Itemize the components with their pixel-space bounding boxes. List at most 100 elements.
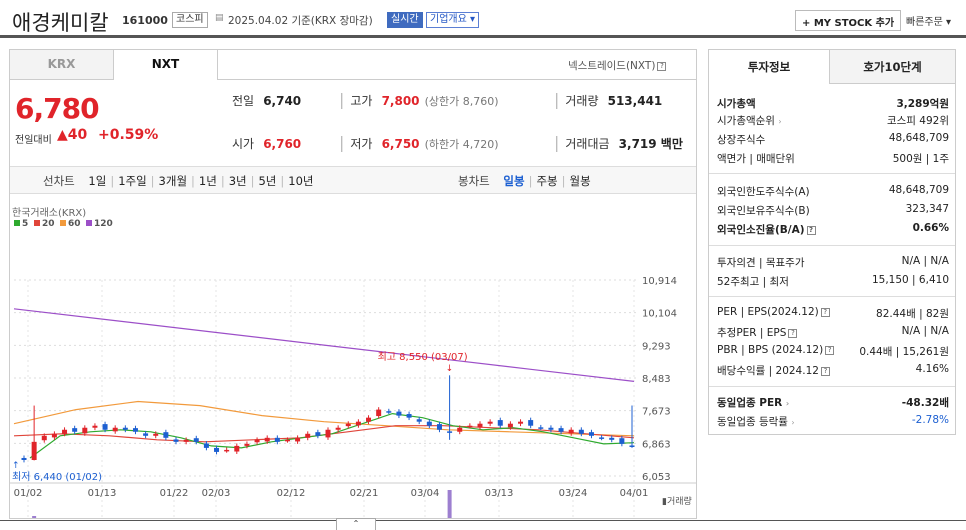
candle-body — [436, 424, 442, 430]
candle-body — [609, 437, 615, 440]
chevron-right-icon: › — [778, 117, 782, 126]
week52-value: 15,150 | 6,410 — [871, 274, 949, 286]
divider — [709, 386, 955, 387]
period-bar: 선차트 1일 | 1주일 | 3개월 | 1년 | 3년 | 5년 | 10년 봉차트 일봉 | 주봉 | 월봉 — [10, 166, 696, 194]
rank-label: 시가총액순위 — [717, 115, 775, 127]
date-note: 2025.04.02 기준(KRX 장마감) — [228, 15, 373, 27]
candle-body — [518, 421, 524, 424]
candle-body — [112, 427, 118, 432]
collapse-toggle[interactable]: ⌃ — [336, 518, 376, 530]
help-icon[interactable]: ? — [788, 329, 798, 338]
amount-value: 3,719 백만 — [618, 137, 683, 151]
chevron-down-icon: ▾ — [470, 14, 476, 25]
candle-body — [284, 439, 290, 442]
industry-per-label: 동일업종 PER — [717, 397, 783, 409]
candle-body — [264, 437, 270, 442]
candle-body — [355, 421, 361, 426]
chevron-right-icon: › — [791, 418, 795, 427]
industry-per-row[interactable]: 동일업종 PER › -48.32배 — [717, 395, 949, 410]
candle-body — [21, 457, 27, 460]
tab-nxt[interactable]: NXT — [114, 50, 218, 80]
candle-body — [305, 433, 311, 438]
legend-label: 20 — [42, 219, 55, 229]
candle-body — [406, 414, 412, 418]
period-3y[interactable]: 3년 — [229, 174, 247, 188]
bottom-border — [0, 520, 966, 521]
upper-limit: (상한가 8,760) — [424, 95, 499, 108]
candle-body — [386, 411, 392, 413]
candle-chart-label[interactable]: 봉차트 — [458, 174, 490, 188]
high-value: 7,800 — [381, 94, 420, 108]
nxt-info-label: 넥스트레이드(NXT) — [568, 60, 656, 72]
legend-label: 5 — [22, 219, 28, 229]
help-icon[interactable]: ? — [806, 226, 816, 235]
tab-krx[interactable]: KRX — [10, 50, 114, 80]
help-icon[interactable]: ? — [825, 346, 835, 355]
realtime-badge[interactable]: 실시간 — [387, 12, 423, 28]
tab-order-book[interactable]: 호가10단계 — [829, 50, 955, 84]
candle-body — [132, 428, 138, 432]
x-tick-label: 02/12 — [277, 488, 306, 499]
candle-body — [143, 433, 149, 436]
help-icon[interactable]: ? — [820, 367, 830, 376]
candle-body — [366, 417, 372, 422]
tab-invest-info[interactable]: 투자정보 — [709, 50, 829, 84]
market-cap-rank-row[interactable]: 시가총액순위 › 코스피 492위 — [717, 113, 949, 128]
prev-close-value: 6,740 — [263, 94, 302, 108]
period-daily[interactable]: 일봉 — [503, 174, 524, 188]
period-3m[interactable]: 3개월 — [159, 174, 187, 188]
market-badge: 코스피 — [172, 12, 208, 28]
period-10y[interactable]: 10년 — [288, 174, 313, 188]
candle-body — [578, 429, 584, 434]
line-chart-label[interactable]: 선차트 — [43, 174, 75, 188]
help-icon[interactable]: ? — [820, 308, 830, 317]
candle-body — [325, 429, 331, 438]
period-weekly[interactable]: 주봉 — [536, 174, 557, 188]
par-value: 500원 | 1주 — [892, 153, 949, 165]
quick-order-dropdown[interactable]: 빠른주문 ▾ — [906, 13, 951, 28]
period-monthly[interactable]: 월봉 — [570, 174, 591, 188]
foreign-limit-row: 외국인한도주식수(A) 48,648,709 — [717, 184, 949, 199]
volume-label: ▮거래량 — [662, 495, 692, 507]
change-label: 전일대비 — [15, 135, 52, 146]
x-tick-label: 01/22 — [160, 488, 189, 499]
candle-body — [72, 428, 78, 432]
company-overview-label: 기업개요 — [430, 14, 467, 25]
opinion-value: N/A | N/A — [901, 255, 949, 267]
header-bar: 애경케미칼 161000 코스피 ▤ 2025.04.02 기준(KRX 장마감… — [0, 0, 966, 38]
prev-close-label: 전일 — [232, 94, 255, 108]
amount-group: | 거래대금 3,719 백만 — [554, 133, 683, 152]
industry-rate-row[interactable]: 동일업종 등락률 › -2.78% — [717, 414, 949, 429]
divider — [709, 173, 955, 174]
chevron-up-icon: ⌃ — [352, 519, 360, 528]
par-label: 액면가 | 매매단위 — [717, 153, 795, 165]
period-5y[interactable]: 5년 — [258, 174, 276, 188]
period-1y[interactable]: 1년 — [199, 174, 217, 188]
foreign-limit-label: 외국인한도주식수(A) — [717, 186, 810, 198]
line-chart-periods: 선차트 1일 | 1주일 | 3개월 | 1년 | 3년 | 5년 | 10년 — [43, 174, 314, 188]
nxt-info-link[interactable]: 넥스트레이드(NXT)? — [568, 58, 667, 73]
company-name: 애경케미칼 — [12, 11, 109, 35]
est-per-row: 추정PER | EPS? N/A | N/A — [717, 325, 949, 340]
candle-body — [548, 427, 554, 430]
x-tick-label: 01/02 — [14, 488, 43, 499]
legend-swatch — [14, 220, 20, 226]
low-label: 저가 — [350, 137, 373, 151]
per-row: PER | EPS(2024.12)? 82.44배 | 82원 — [717, 306, 949, 321]
chart-grid — [10, 279, 696, 518]
foreign-hold-value: 323,347 — [905, 203, 949, 215]
period-1d[interactable]: 1일 — [88, 174, 106, 188]
legend-label: 60 — [68, 219, 81, 229]
amount-label: 거래대금 — [565, 137, 610, 151]
period-1w[interactable]: 1주일 — [118, 174, 146, 188]
foreign-hold-label: 외국인보유주식수(B) — [717, 205, 810, 217]
change-percent: +0.59% — [98, 127, 159, 143]
up-arrow-icon: ↑ — [12, 461, 20, 471]
candle-body — [234, 445, 240, 452]
calendar-icon: ▤ — [215, 13, 224, 23]
candle-periods: 봉차트 일봉 | 주봉 | 월봉 — [458, 174, 591, 188]
candle-body — [92, 425, 98, 428]
company-overview-dropdown[interactable]: 기업개요 ▾ — [426, 12, 480, 28]
per-value: 82.44배 | 82원 — [876, 308, 949, 320]
add-my-stock-button[interactable]: + MY STOCK 추가 — [795, 10, 902, 31]
